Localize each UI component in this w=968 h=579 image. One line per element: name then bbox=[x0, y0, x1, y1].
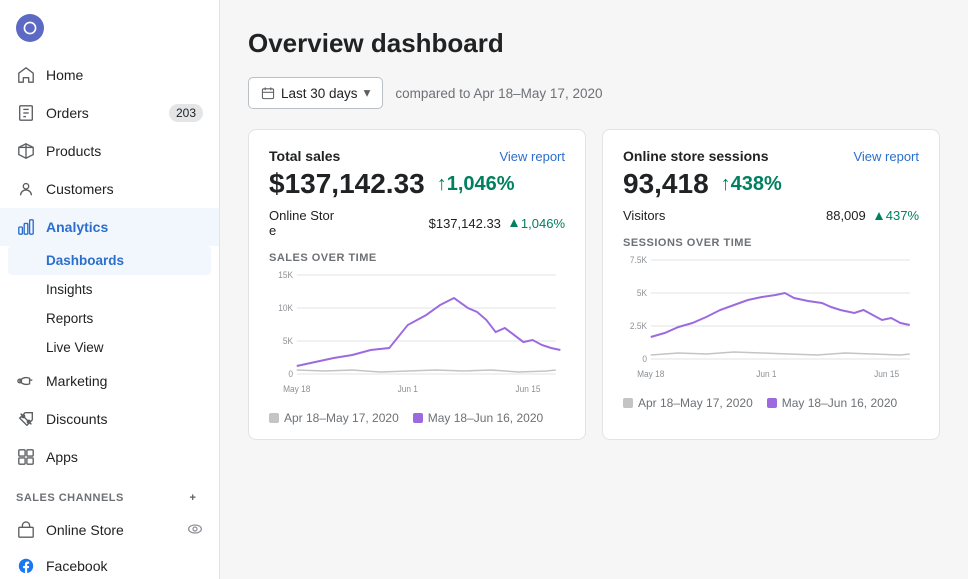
sidebar-item-marketing[interactable]: Marketing bbox=[0, 362, 219, 400]
svg-text:Jun 1: Jun 1 bbox=[756, 369, 777, 379]
svg-text:15K: 15K bbox=[278, 270, 293, 280]
svg-text:Jun 1: Jun 1 bbox=[398, 384, 419, 394]
chart-legend-sales: Apr 18–May 17, 2020 May 18–Jun 16, 2020 bbox=[269, 411, 565, 425]
card-header-sessions: Online store sessions View report bbox=[623, 148, 919, 164]
channel-online-store[interactable]: Online Store bbox=[0, 512, 219, 548]
svg-text:0: 0 bbox=[642, 354, 647, 364]
sessions-sub-row: Visitors 88,009 437% bbox=[623, 208, 919, 223]
sidebar-item-orders[interactable]: Orders 203 bbox=[0, 94, 219, 132]
legend-dot-curr-2 bbox=[767, 398, 777, 408]
analytics-icon bbox=[16, 217, 36, 237]
sidebar-item-apps[interactable]: Apps bbox=[0, 438, 219, 476]
sessions-value: 93,418 ↑438% bbox=[623, 168, 919, 200]
svg-text:May 18: May 18 bbox=[637, 369, 664, 379]
add-channel-button[interactable]: + bbox=[183, 488, 203, 508]
svg-text:0: 0 bbox=[288, 369, 293, 379]
main-content: Overview dashboard Last 30 days ▾ compar… bbox=[220, 0, 968, 579]
sidebar-item-analytics[interactable]: Analytics bbox=[0, 208, 219, 246]
subnav-reports[interactable]: Reports bbox=[0, 304, 219, 333]
discounts-icon bbox=[16, 409, 36, 429]
legend-dot-prev-2 bbox=[623, 398, 633, 408]
calendar-icon bbox=[261, 86, 275, 100]
cards-row: Total sales View report $137,142.33 ↑1,0… bbox=[248, 129, 940, 440]
svg-text:May 18: May 18 bbox=[283, 384, 310, 394]
facebook-icon bbox=[16, 556, 36, 576]
subnav-dashboards[interactable]: Dashboards bbox=[8, 246, 211, 275]
chart-label-sessions: SESSIONS OVER TIME bbox=[623, 237, 919, 249]
subnav-insights[interactable]: Insights bbox=[0, 275, 219, 304]
sidebar-item-discounts[interactable]: Discounts bbox=[0, 400, 219, 438]
apps-icon bbox=[16, 447, 36, 467]
channel-facebook[interactable]: Facebook bbox=[0, 548, 219, 579]
store-icon bbox=[16, 520, 36, 540]
date-range-button[interactable]: Last 30 days ▾ bbox=[248, 77, 383, 109]
total-sales-value: $137,142.33 ↑1,046% bbox=[269, 168, 565, 200]
view-report-link-sessions[interactable]: View report bbox=[853, 149, 919, 164]
orders-badge: 203 bbox=[169, 104, 203, 122]
page-title: Overview dashboard bbox=[248, 28, 940, 59]
up-arrow-icon bbox=[509, 218, 519, 228]
sidebar-item-products[interactable]: Products bbox=[0, 132, 219, 170]
sessions-card: Online store sessions View report 93,418… bbox=[602, 129, 940, 440]
sidebar-item-customers[interactable]: Customers bbox=[0, 170, 219, 208]
sidebar: Home Orders 203 Products Customers bbox=[0, 0, 220, 579]
eye-icon[interactable] bbox=[187, 521, 203, 540]
chart-label-sales: SALES OVER TIME bbox=[269, 252, 565, 264]
date-filter-bar: Last 30 days ▾ compared to Apr 18–May 17… bbox=[248, 77, 940, 109]
svg-text:2.5K: 2.5K bbox=[630, 321, 647, 331]
chart-legend-sessions: Apr 18–May 17, 2020 May 18–Jun 16, 2020 bbox=[623, 396, 919, 410]
orders-icon bbox=[16, 103, 36, 123]
legend-dot-curr bbox=[413, 413, 423, 423]
card-header-total-sales: Total sales View report bbox=[269, 148, 565, 164]
logo-icon bbox=[16, 14, 44, 42]
analytics-subnav: Dashboards Insights Reports Live View bbox=[0, 246, 219, 362]
subnav-live-view[interactable]: Live View bbox=[0, 333, 219, 362]
svg-text:Jun 15: Jun 15 bbox=[516, 384, 541, 394]
svg-text:5K: 5K bbox=[283, 336, 293, 346]
products-icon bbox=[16, 141, 36, 161]
marketing-icon bbox=[16, 371, 36, 391]
total-sales-card: Total sales View report $137,142.33 ↑1,0… bbox=[248, 129, 586, 440]
view-report-link-sales[interactable]: View report bbox=[499, 149, 565, 164]
customers-icon bbox=[16, 179, 36, 199]
main-nav: Home Orders 203 Products Customers bbox=[0, 56, 219, 476]
sales-sub-row: Online Store $137,142.33 1,046% bbox=[269, 208, 565, 238]
svg-text:5K: 5K bbox=[637, 288, 647, 298]
sidebar-item-home[interactable]: Home bbox=[0, 56, 219, 94]
svg-text:7.5K: 7.5K bbox=[630, 255, 647, 265]
home-icon bbox=[16, 65, 36, 85]
sales-channels-header: SALES CHANNELS + bbox=[0, 476, 219, 512]
sessions-chart: 7.5K 5K 2.5K 0 May 18 Jun 1 Jun 15 bbox=[623, 255, 919, 388]
compare-label: compared to Apr 18–May 17, 2020 bbox=[395, 86, 602, 101]
svg-text:Jun 15: Jun 15 bbox=[874, 369, 899, 379]
sales-chart: 15K 10K 5K 0 May 18 Jun 1 Jun 15 bbox=[269, 270, 565, 403]
chevron-down-icon: ▾ bbox=[364, 85, 371, 101]
up-arrow-icon-2 bbox=[874, 211, 884, 221]
svg-text:10K: 10K bbox=[278, 303, 293, 313]
legend-dot-prev bbox=[269, 413, 279, 423]
logo bbox=[0, 0, 219, 56]
